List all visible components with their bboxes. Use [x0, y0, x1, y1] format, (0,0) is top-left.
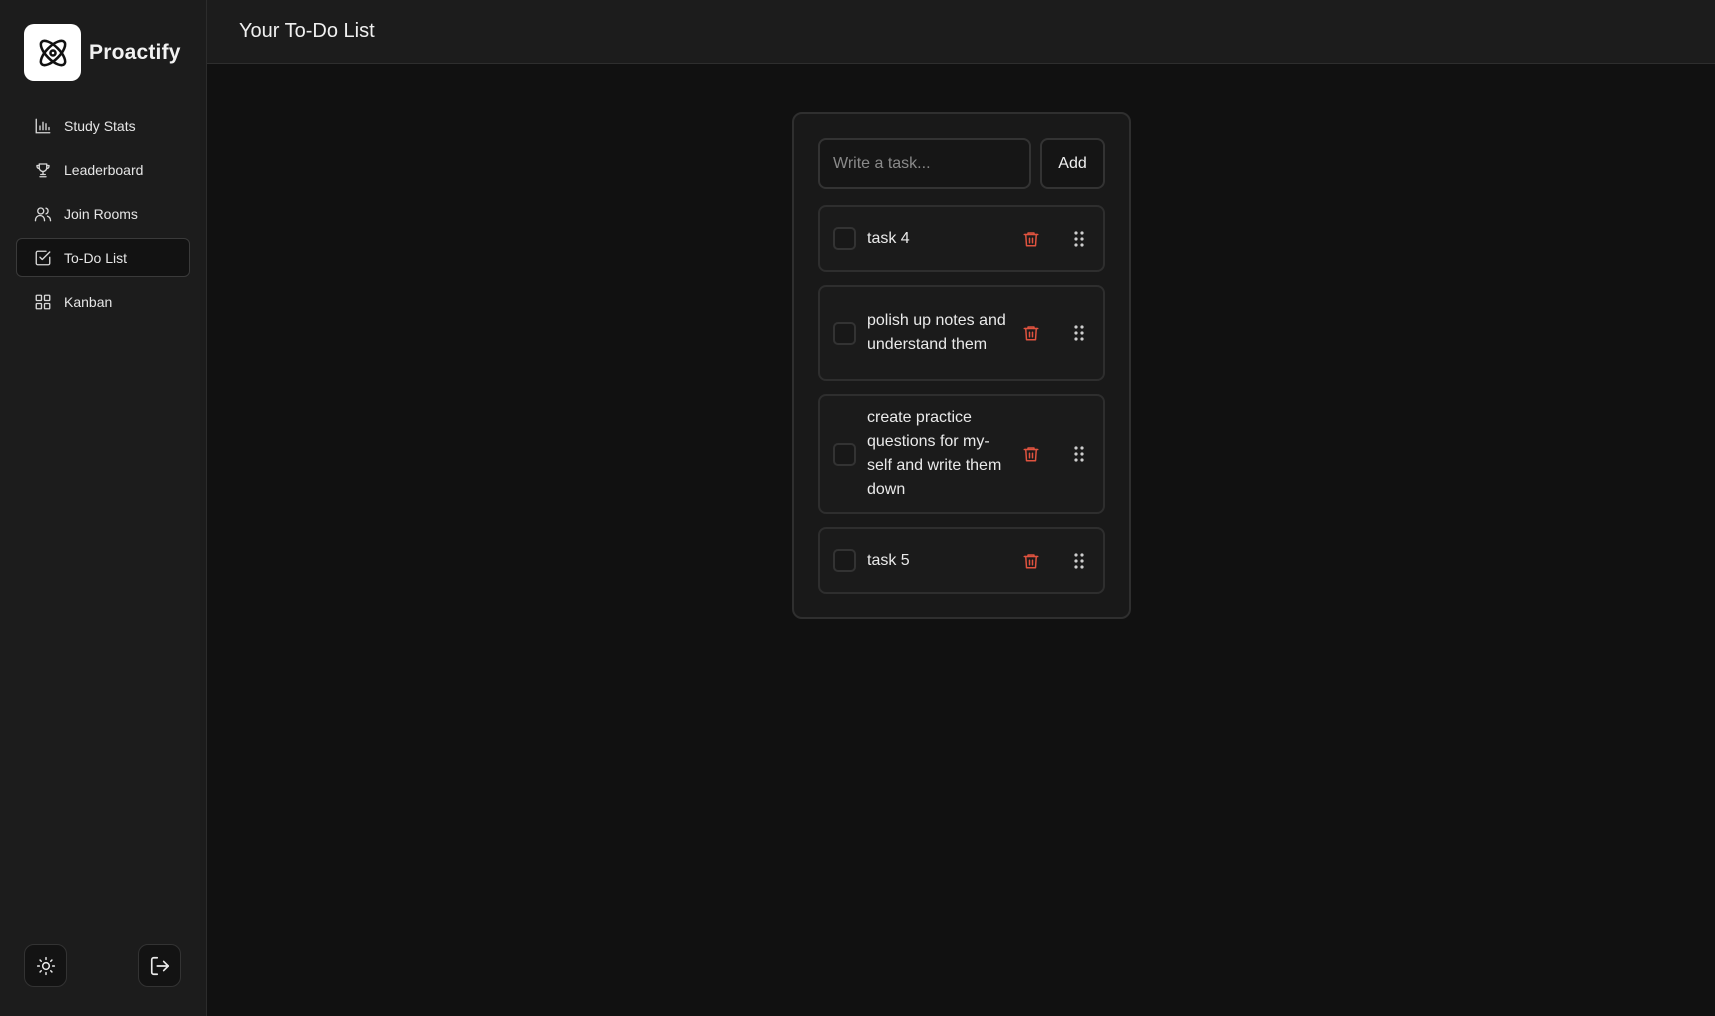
task-checkbox[interactable]	[833, 227, 856, 250]
sidebar-item-label: Join Rooms	[64, 205, 138, 222]
drag-handle[interactable]	[1067, 442, 1091, 466]
sidebar-item-label: Leaderboard	[64, 161, 144, 178]
sidebar-item-label: Study Stats	[64, 117, 136, 134]
task-text: polish up notes and understand them	[867, 312, 1006, 353]
atom-logo-icon	[24, 24, 81, 81]
drag-handle[interactable]	[1067, 549, 1091, 573]
task-item[interactable]: polish up notes and understand them	[818, 285, 1105, 381]
task-text: task 4	[867, 229, 910, 247]
sidebar-item-to-do-list[interactable]: To-Do List	[16, 238, 190, 277]
trash-icon	[1023, 326, 1039, 341]
sidebar-item-label: To-Do List	[64, 249, 128, 266]
sidebar: Proactify Study Stats Leaderboard Join R…	[0, 0, 207, 1016]
task-text: create practice questions for my-self an…	[867, 409, 1002, 498]
topbar: Your To-Do List	[207, 0, 1715, 64]
grip-icon	[1074, 552, 1084, 569]
trash-icon	[1023, 447, 1039, 462]
sidebar-item-study-stats[interactable]: Study Stats	[16, 106, 190, 145]
page-title: Your To-Do List	[239, 20, 375, 42]
brand-name: Proactify	[89, 40, 181, 64]
drag-handle[interactable]	[1067, 227, 1091, 251]
main-content: Your To-Do List Add task 4	[207, 0, 1715, 1016]
new-task-row: Add	[818, 138, 1105, 189]
brand[interactable]: Proactify	[24, 24, 181, 81]
add-task-button[interactable]: Add	[1040, 138, 1105, 189]
logout-button[interactable]	[138, 944, 181, 987]
task-item[interactable]: task 5	[818, 527, 1105, 594]
users-icon	[34, 206, 52, 221]
task-checkbox[interactable]	[833, 321, 856, 345]
task-checkbox[interactable]	[833, 442, 856, 466]
checkbox-icon	[35, 250, 51, 265]
sidebar-nav: Study Stats Leaderboard Join Rooms To-Do…	[16, 106, 190, 326]
sidebar-item-join-rooms[interactable]: Join Rooms	[16, 194, 190, 233]
sidebar-item-label: Kanban	[64, 293, 113, 310]
task-input[interactable]	[818, 138, 1031, 189]
delete-task-button[interactable]	[1019, 549, 1043, 573]
drag-handle[interactable]	[1067, 321, 1091, 345]
task-text: task 5	[867, 551, 910, 569]
bar-chart-icon	[35, 118, 51, 133]
delete-task-button[interactable]	[1019, 321, 1043, 345]
sidebar-item-kanban[interactable]: Kanban	[16, 282, 190, 321]
grid-icon	[35, 294, 51, 309]
task-item[interactable]: task 4	[818, 205, 1105, 272]
sidebar-item-leaderboard[interactable]: Leaderboard	[16, 150, 190, 189]
theme-toggle-button[interactable]	[24, 944, 67, 987]
delete-task-button[interactable]	[1019, 442, 1043, 466]
trash-icon	[1023, 231, 1039, 246]
grip-icon	[1074, 230, 1084, 247]
logout-icon	[150, 956, 169, 975]
task-checkbox[interactable]	[833, 549, 856, 572]
sun-icon	[36, 956, 55, 975]
trophy-icon	[36, 162, 50, 177]
todo-card: Add task 4	[792, 112, 1131, 619]
grip-icon	[1074, 325, 1084, 341]
task-item[interactable]: create practice questions for my-self an…	[818, 394, 1105, 514]
delete-task-button[interactable]	[1019, 227, 1043, 251]
grip-icon	[1074, 446, 1084, 462]
trash-icon	[1023, 553, 1039, 568]
